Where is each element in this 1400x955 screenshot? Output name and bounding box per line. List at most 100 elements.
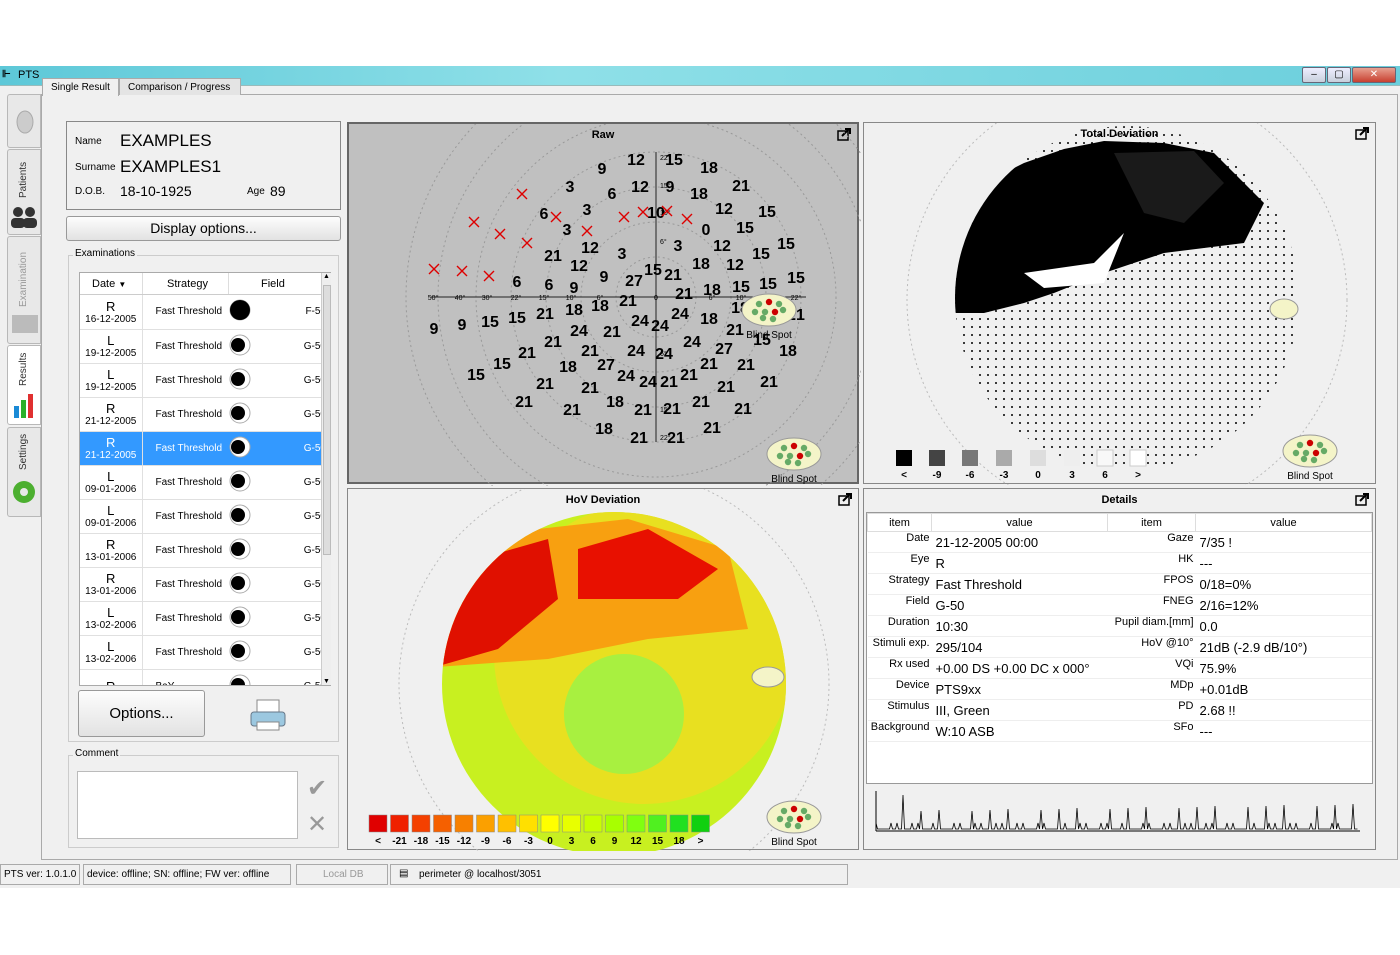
tab-single-result[interactable]: Single Result	[42, 78, 119, 96]
table-row[interactable]: L 09-01-2006 Fast Threshold G-50	[80, 465, 330, 500]
col-date[interactable]: Date ▼	[80, 273, 142, 294]
td-legend-label: 6	[1102, 470, 1108, 481]
scroll-down-icon[interactable]: ▼	[323, 678, 330, 685]
minimize-button[interactable]: –	[1302, 67, 1326, 83]
table-row[interactable]: R 21-12-2005 Fast Threshold G-50	[80, 397, 330, 432]
raw-value: 9	[430, 321, 439, 338]
scroll-up-icon[interactable]: ▲	[323, 273, 330, 280]
options-button[interactable]: Options...	[78, 690, 205, 737]
td-legend-swatch	[1129, 449, 1147, 467]
raw-value: 21	[544, 334, 562, 351]
exam-eye: L	[107, 333, 115, 348]
field-pattern-icon	[228, 567, 252, 602]
table-row[interactable]: L 19-12-2005 Fast Threshold G-50	[80, 363, 330, 398]
tooth-icon	[16, 110, 34, 134]
printer-icon[interactable]	[249, 696, 289, 736]
sidebar-item-results[interactable]: Results	[7, 345, 41, 425]
exam-strategy: Fast Threshold	[142, 635, 228, 670]
details-row: Stimulus III, Green PD 2.68 !!	[867, 699, 1372, 721]
tab-comparison-progress[interactable]: Comparison / Progress	[119, 78, 241, 95]
exam-date: 13-02-2006	[85, 654, 137, 665]
raw-value: 21	[536, 306, 554, 323]
check-icon[interactable]: ✔	[307, 774, 327, 803]
raw-value: 24	[671, 306, 689, 323]
table-row[interactable]: R 16-12-2005 Fast Threshold F-50	[80, 295, 330, 330]
exam-eye: R	[106, 678, 116, 686]
raw-value: 9	[598, 161, 607, 178]
patient-name: EXAMPLES	[120, 131, 212, 150]
exam-strategy: Fast Threshold	[142, 499, 228, 534]
status-db: ▤ perimeter @ localhost/3051	[390, 864, 848, 885]
exam-field: G-50	[252, 431, 330, 466]
close-button[interactable]: ✕	[1352, 67, 1396, 83]
hov-map	[442, 512, 786, 851]
td-legend-label: <	[901, 470, 907, 481]
exam-eye: R	[106, 401, 116, 416]
exam-date: 21-12-2005	[85, 416, 137, 427]
exam-eye: L	[107, 639, 115, 654]
exam-field: G-50	[252, 601, 330, 636]
raw-value: 21	[717, 379, 735, 396]
exam-field: G-50	[252, 635, 330, 670]
hov-legend-swatch	[411, 814, 431, 833]
detail-value: 10:30	[931, 615, 1108, 637]
details-row: Eye R HK ---	[867, 552, 1372, 574]
col-strategy[interactable]: Strategy	[142, 273, 228, 294]
sidebar-item-patients[interactable]: Patients	[7, 149, 41, 235]
sidebar-home[interactable]	[7, 94, 41, 148]
defect-marker	[428, 263, 440, 275]
details-row: Background W:10 ASB SFo ---	[867, 720, 1372, 742]
raw-value: 12	[581, 240, 599, 257]
detail-value: 295/104	[931, 636, 1108, 658]
raw-value: 18	[779, 343, 797, 360]
exam-date-cell: R 13-01-2006	[80, 567, 143, 602]
raw-value: 21	[634, 402, 652, 419]
raw-axis-label: 15°	[539, 294, 550, 302]
age-label: Age	[247, 186, 265, 197]
hov-legend-swatch	[454, 814, 474, 833]
exam-date-cell: L 19-12-2005	[80, 329, 143, 364]
sidebar-item-examination[interactable]: Examination	[7, 236, 41, 344]
raw-value: 24	[651, 318, 669, 335]
scrollbar-thumb[interactable]	[323, 285, 331, 555]
db-icon: ▤	[399, 868, 409, 879]
table-row[interactable]: R BaY G-50	[80, 669, 330, 686]
table-row[interactable]: L 13-02-2006 Fast Threshold G-50	[80, 635, 330, 670]
detail-key: Device	[867, 678, 932, 700]
table-row[interactable]: R 13-01-2006 Fast Threshold G-50	[80, 567, 330, 602]
raw-value: 21	[760, 374, 778, 391]
raw-value: 9	[600, 269, 609, 286]
field-pattern-icon	[228, 499, 252, 534]
raw-value: 15	[481, 314, 499, 331]
raw-value: 21	[680, 367, 698, 384]
comment-input[interactable]	[77, 771, 298, 839]
table-row[interactable]: L 19-12-2005 Fast Threshold G-50	[80, 329, 330, 364]
exam-strategy: Fast Threshold	[142, 363, 228, 398]
hov-legend-label: 18	[673, 836, 685, 847]
field-pattern-icon	[228, 465, 252, 500]
popout-icon[interactable]	[1355, 493, 1369, 506]
col-field[interactable]: Field	[228, 273, 316, 294]
detail-value: 7/35 !	[1195, 531, 1372, 553]
raw-value: 18	[692, 256, 710, 273]
table-row[interactable]: L 09-01-2006 Fast Threshold G-50	[80, 499, 330, 534]
db-connection: perimeter @ localhost/3051	[419, 869, 542, 880]
sidebar-item-settings[interactable]: Settings	[7, 427, 41, 517]
table-row[interactable]: R 13-01-2006 Fast Threshold G-50	[80, 533, 330, 568]
raw-value: 6	[608, 186, 617, 203]
table-row[interactable]: L 13-02-2006 Fast Threshold G-50	[80, 601, 330, 636]
table-row[interactable]: R 21-12-2005 Fast Threshold G-50	[80, 431, 330, 466]
cross-icon[interactable]: ✕	[307, 810, 327, 839]
blind-spot-icon	[766, 800, 822, 834]
exam-scrollbar[interactable]: ▲ ▼	[321, 273, 331, 685]
maximize-button[interactable]: ▢	[1327, 67, 1351, 83]
details-row: Field G-50 FNEG 2/16=12%	[867, 594, 1372, 616]
patient-info: Name EXAMPLES Surname EXAMPLES1 D.O.B. 1…	[66, 121, 341, 210]
raw-value: 21	[563, 402, 581, 419]
detail-key: Duration	[867, 615, 932, 637]
raw-value: 15	[752, 246, 770, 263]
detail-value: III, Green	[931, 699, 1108, 721]
exam-date-cell: R 13-01-2006	[80, 533, 143, 568]
display-options-button[interactable]: Display options...	[66, 216, 341, 241]
local-db-button[interactable]: Local DB	[296, 864, 388, 885]
